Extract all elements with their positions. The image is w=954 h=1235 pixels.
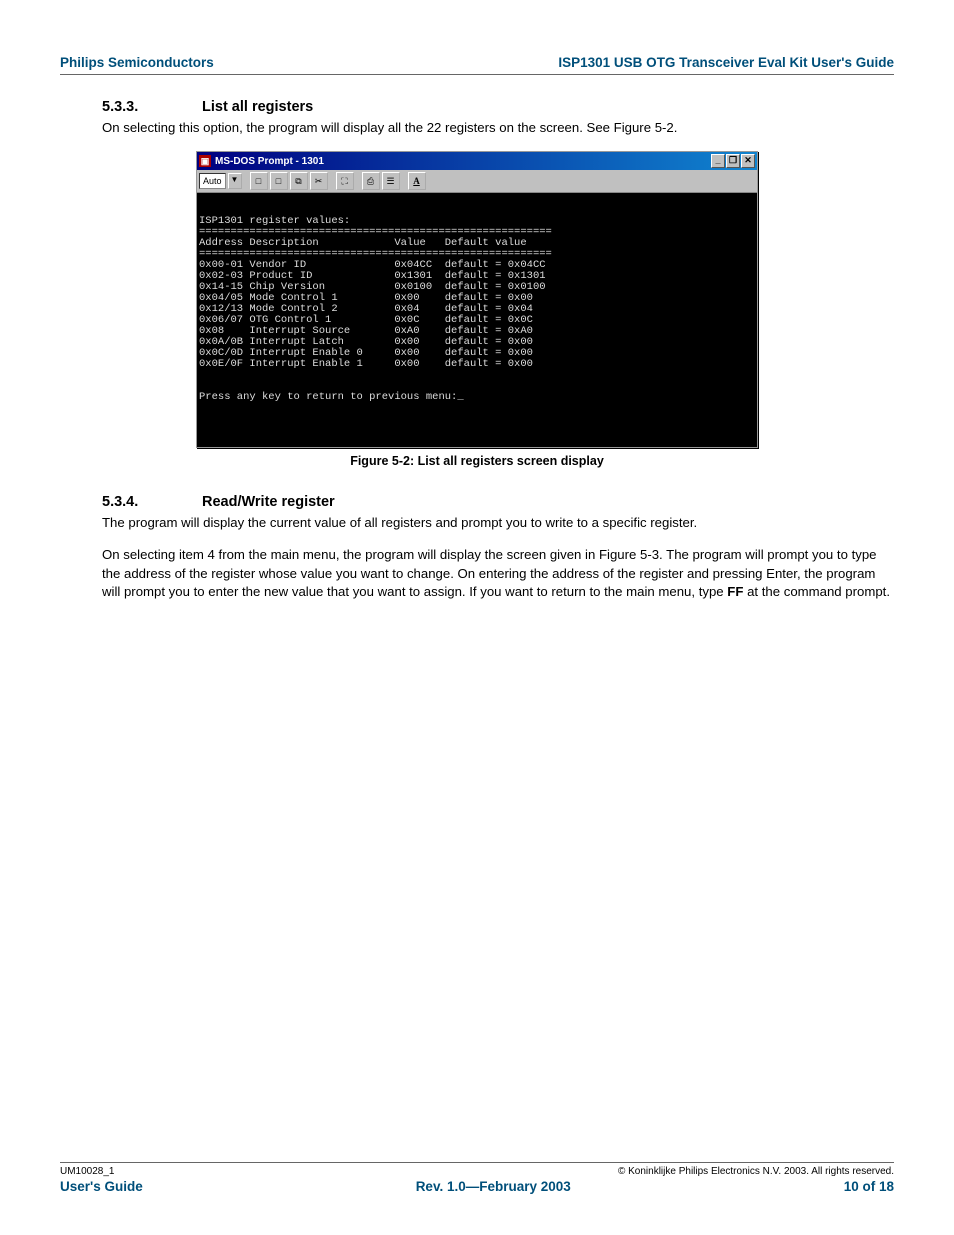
section-number: 5.3.3. [102,99,202,115]
header-left: Philips Semiconductors [60,55,214,70]
dos-title: MS-DOS Prompt - 1301 [215,156,324,167]
section-533-para: On selecting this option, the program wi… [102,119,894,137]
font-size-combo[interactable]: Auto [199,173,226,189]
footer-left: User's Guide [60,1179,143,1194]
terminal-output: ISP1301 register values: ===============… [197,193,757,446]
dos-titlebar: ▣ MS-DOS Prompt - 1301 _ ❐ ✕ [197,152,757,170]
toolbar-icon[interactable]: □ [250,172,268,190]
dos-app-icon: ▣ [199,155,211,167]
chevron-down-icon[interactable]: ▼ [228,173,242,189]
section-534-para2: On selecting item 4 from the main menu, … [102,546,894,601]
footer-right: 10 of 18 [844,1179,894,1194]
close-icon[interactable]: ✕ [741,154,755,168]
section-534-para1: The program will display the current val… [102,514,894,532]
section-title: List all registers [202,99,313,115]
copy-icon[interactable]: ✂ [310,172,328,190]
dos-window: ▣ MS-DOS Prompt - 1301 _ ❐ ✕ Auto ▼ □ □ … [196,151,758,447]
maximize-icon[interactable]: ❐ [726,154,740,168]
footer-center: Rev. 1.0—February 2003 [416,1179,571,1194]
doc-id: UM10028_1 [60,1166,114,1177]
header-right: ISP1301 USB OTG Transceiver Eval Kit Use… [558,55,894,70]
copyright: © Koninklijke Philips Electronics N.V. 2… [618,1166,894,1177]
page-footer: User's Guide Rev. 1.0—February 2003 10 o… [60,1179,894,1194]
dos-toolbar: Auto ▼ □ □ ⧉ ✂ ⛶ ⎙ ☰ A [197,170,757,193]
page-header: Philips Semiconductors ISP1301 USB OTG T… [60,55,894,75]
minimize-icon[interactable]: _ [711,154,725,168]
section-title: Read/Write register [202,494,335,510]
toolbar-icon[interactable]: ⧉ [290,172,308,190]
font-icon[interactable]: A [408,172,426,190]
fullscreen-icon[interactable]: ⛶ [336,172,354,190]
section-heading-533: 5.3.3. List all registers [102,99,894,115]
toolbar-icon[interactable]: □ [270,172,288,190]
footnote-line: UM10028_1 © Koninklijke Philips Electron… [60,1162,894,1177]
section-number: 5.3.4. [102,494,202,510]
para-text: at the command prompt. [743,584,890,599]
ff-command: FF [727,584,743,599]
figure-caption: Figure 5-2: List all registers screen di… [60,454,894,468]
background-icon[interactable]: ☰ [382,172,400,190]
properties-icon[interactable]: ⎙ [362,172,380,190]
section-heading-534: 5.3.4. Read/Write register [102,494,894,510]
